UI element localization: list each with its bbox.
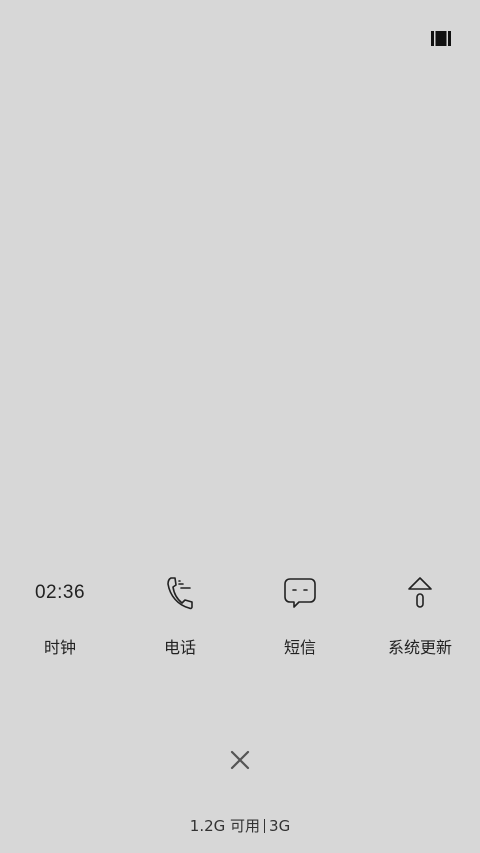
app-label-system-update: 系统更新 (387, 638, 452, 657)
app-phone[interactable]: 电话 (120, 570, 240, 670)
clock-time: 02:36 (34, 582, 86, 603)
memory-total: 3G (269, 817, 291, 835)
panel-toggle-icon[interactable] (428, 28, 454, 48)
message-bubble-icon (283, 570, 317, 616)
app-label-phone: 电话 (163, 638, 196, 657)
memory-available: 1.2G 可用 (189, 817, 261, 835)
app-label-messages: 短信 (283, 638, 316, 657)
phone-icon (165, 570, 195, 616)
close-icon[interactable] (222, 742, 258, 778)
app-system-update[interactable]: 系统更新 (360, 570, 480, 670)
app-clock[interactable]: 02:36 时钟 (0, 570, 120, 670)
recent-apps-row: 02:36 时钟 电话 短信 系统更新 (0, 570, 480, 670)
app-messages[interactable]: 短信 (240, 570, 360, 670)
memory-divider (264, 819, 266, 833)
memory-status: 1.2G 可用 3G (0, 815, 480, 836)
system-update-icon (406, 570, 434, 616)
app-label-clock: 时钟 (43, 638, 76, 657)
clock-time-display: 02:36 (35, 570, 85, 616)
